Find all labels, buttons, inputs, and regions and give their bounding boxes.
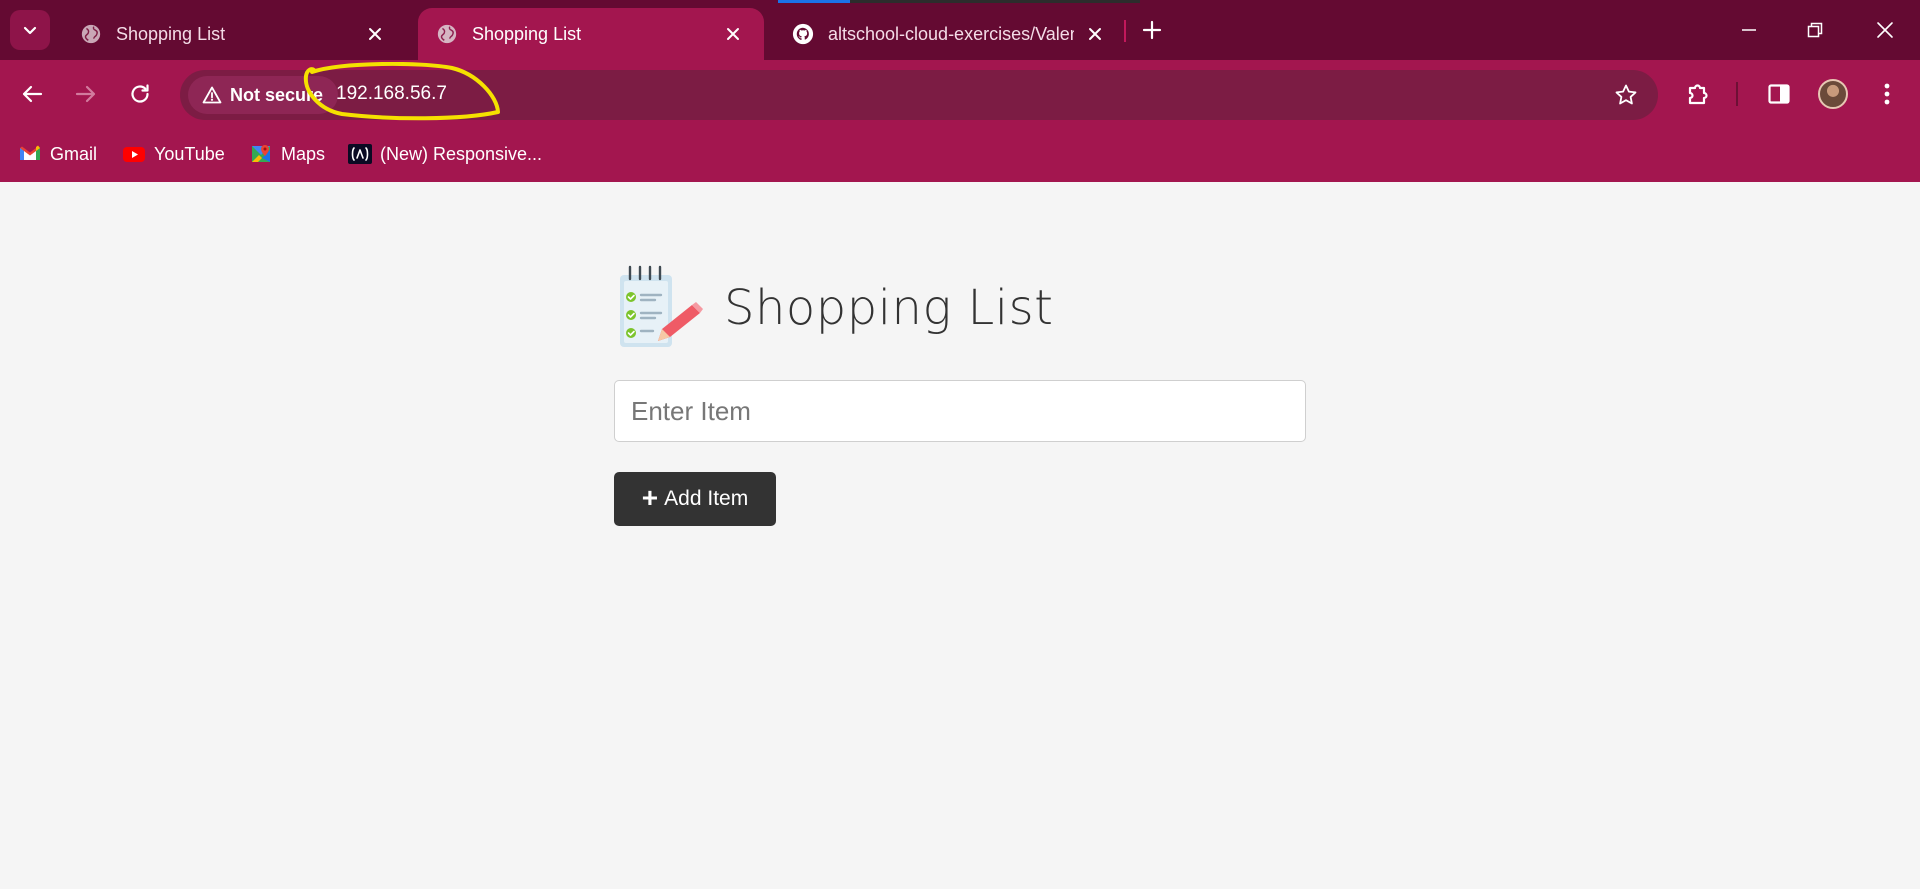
toolbar-divider: [1736, 82, 1738, 106]
close-window-button[interactable]: [1860, 10, 1910, 50]
gmail-icon: [20, 145, 40, 160]
bookmark-label: Maps: [281, 143, 326, 164]
page-content: Shopping List + Add Item: [0, 182, 1920, 889]
close-tab-icon[interactable]: [722, 23, 744, 45]
maps-icon: [252, 145, 270, 162]
page-title: Shopping List: [724, 280, 1054, 336]
warning-icon: [202, 86, 222, 104]
url-highlight-annotation: [303, 62, 500, 121]
puzzle-icon: [1688, 84, 1708, 105]
tab-title: Shopping List: [116, 23, 226, 44]
tab-separator: [1124, 20, 1126, 42]
restore-button[interactable]: [1790, 10, 1840, 50]
bookmark-gmail[interactable]: Gmail: [18, 140, 97, 168]
side-panel-button[interactable]: [1762, 77, 1796, 111]
add-item-button[interactable]: + Add Item: [614, 472, 776, 526]
bookmark-star-icon[interactable]: [1614, 83, 1638, 107]
globe-icon: [81, 24, 101, 44]
bookmark-label: (New) Responsive...: [380, 143, 543, 164]
tab-shopping-list-2[interactable]: Shopping List: [418, 8, 764, 60]
bookmarks-bar: Gmail YouTube Maps (New) Responsive...: [0, 134, 1920, 174]
minimize-button[interactable]: [1724, 10, 1774, 50]
arrow-right-icon: [75, 85, 96, 103]
page-header: Shopping List: [614, 260, 1306, 356]
back-button[interactable]: [12, 74, 52, 114]
tab-github[interactable]: altschool-cloud-exercises/Valen: [774, 8, 1126, 60]
plus-icon: [1142, 20, 1162, 40]
forward-button[interactable]: [66, 74, 106, 114]
globe-icon: [437, 24, 457, 44]
side-panel-icon: [1768, 84, 1790, 104]
github-icon: [792, 23, 814, 45]
close-tab-icon[interactable]: [1084, 23, 1106, 45]
plus-icon: +: [641, 481, 659, 513]
responsive-icon: [348, 144, 372, 164]
new-tab-button[interactable]: [1136, 14, 1168, 46]
youtube-icon: [123, 147, 145, 162]
tab-strip: Shopping List Shopping List altschool-cl…: [0, 0, 1920, 60]
bookmark-label: Gmail: [50, 143, 98, 164]
kebab-menu-icon: [1884, 83, 1890, 105]
tab-loading-indicator: [778, 0, 1140, 3]
profile-avatar[interactable]: [1818, 79, 1848, 109]
chevron-down-icon: [23, 26, 37, 35]
tab-title: altschool-cloud-exercises/Valen: [828, 23, 1074, 44]
bookmark-responsive[interactable]: (New) Responsive...: [348, 140, 542, 168]
reload-icon: [131, 84, 149, 103]
extensions-button[interactable]: [1681, 77, 1715, 111]
arrow-left-icon: [22, 85, 43, 103]
minimize-icon: [1742, 29, 1756, 31]
close-icon: [1877, 22, 1893, 38]
tab-shopping-list-1[interactable]: Shopping List: [62, 8, 406, 60]
shopping-list-app: Shopping List + Add Item: [614, 260, 1306, 526]
reload-button[interactable]: [120, 74, 160, 114]
restore-icon: [1807, 22, 1823, 38]
browser-toolbar: Not secure 192.168.56.7 Gmail YouTube Ma…: [0, 60, 1920, 242]
tab-title: Shopping List: [472, 23, 582, 44]
close-tab-icon[interactable]: [364, 23, 386, 45]
tab-search-button[interactable]: [10, 10, 50, 50]
bookmark-label: YouTube: [154, 143, 225, 164]
notepad-checklist-icon: [620, 265, 703, 347]
bookmark-maps[interactable]: Maps: [249, 140, 325, 168]
add-item-label: Add Item: [664, 487, 749, 510]
browser-menu-button[interactable]: [1870, 77, 1904, 111]
bookmark-youtube[interactable]: YouTube: [122, 140, 225, 168]
item-input[interactable]: [614, 380, 1306, 442]
